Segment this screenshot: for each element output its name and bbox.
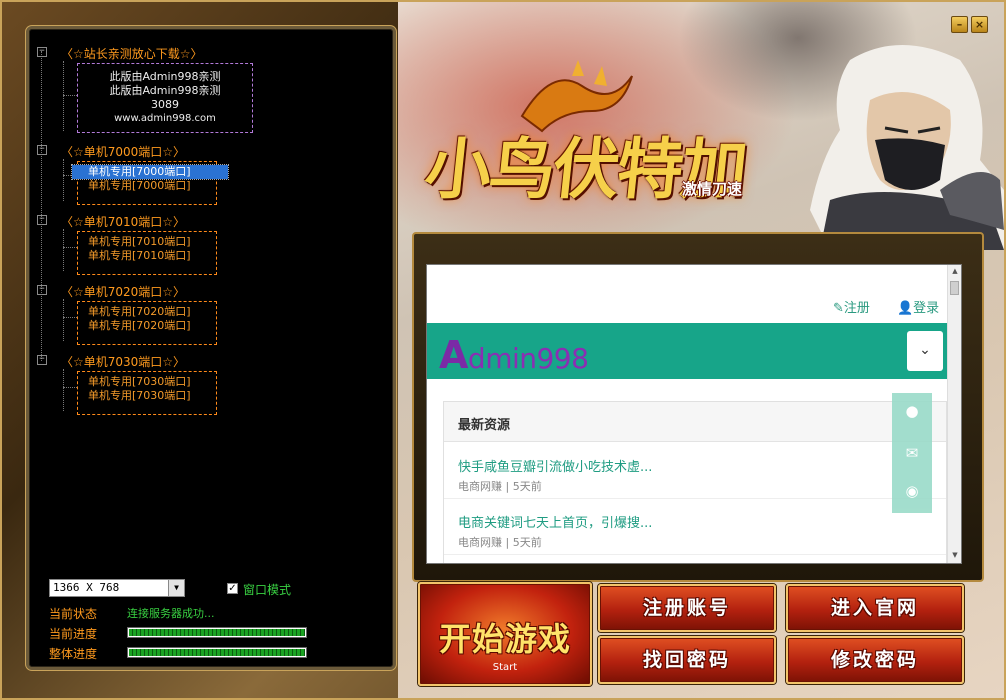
overall-progress-bar xyxy=(127,647,307,658)
tree-group-7020[interactable]: − 〈☆单机7020端口☆〉 单机专用[7020端口] 单机专用[7020端口] xyxy=(37,283,377,345)
tree-entry[interactable]: 单机专用[7010端口] xyxy=(88,249,206,263)
change-password-button[interactable]: 修改密码 xyxy=(786,636,964,684)
resource-title[interactable]: 电商关键词七天上首页，引爆搜... xyxy=(458,512,652,531)
recover-password-button[interactable]: 找回密码 xyxy=(598,636,776,684)
hero-character xyxy=(810,45,1004,250)
site-logo[interactable]: Admin998 xyxy=(439,333,589,377)
chevron-down-icon: ⌄ xyxy=(919,342,931,358)
register-account-button[interactable]: 注册账号 xyxy=(598,584,776,632)
server-list-panel: − 〈☆站长亲测放心下载☆〉 此版由Admin998亲测 此版由Admin998… xyxy=(26,26,396,670)
dropdown-arrow-icon[interactable]: ▼ xyxy=(168,580,184,596)
scroll-thumb[interactable] xyxy=(950,281,959,295)
tree-entry-box: 单机专用[7010端口] 单机专用[7010端口] xyxy=(77,231,217,275)
start-game-sublabel: Start xyxy=(492,662,518,673)
embedded-browser[interactable]: ✎注册 👤登录 Admin998 ⌄ 最新资源 快手咸鱼豆瓣引流做小吃技术虚..… xyxy=(426,264,962,564)
list-item[interactable]: 电商关键词七天上首页，引爆搜... 电商网赚 | 5天前 xyxy=(458,512,652,550)
tree-group-label[interactable]: 〈☆单机7000端口☆〉 xyxy=(61,143,185,160)
qq-icon[interactable]: ● xyxy=(902,401,922,421)
register-link[interactable]: ✎注册 xyxy=(833,297,870,316)
tree-entry[interactable]: 单机专用[7020端口] xyxy=(88,319,206,333)
tree-entry-box: 单机专用[7030端口] 单机专用[7030端口] xyxy=(77,371,217,415)
tree-entry[interactable]: 此版由Admin998亲测 xyxy=(88,84,242,98)
official-site-button[interactable]: 进入官网 xyxy=(786,584,964,632)
overall-progress-label: 整体进度 xyxy=(49,647,98,661)
menu-toggle-button[interactable]: ⌄ xyxy=(907,331,943,371)
login-link[interactable]: 👤登录 xyxy=(897,297,939,316)
collapse-icon[interactable]: − xyxy=(37,215,47,225)
scroll-up-icon[interactable]: ▲ xyxy=(948,267,961,279)
tree-entry-box: 单机专用[7020端口] 单机专用[7020端口] xyxy=(77,301,217,345)
resolution-select[interactable]: 1366 X 768 ▼ xyxy=(49,579,185,597)
start-game-button[interactable]: 开始游戏 Start xyxy=(418,582,592,686)
resource-title[interactable]: 快手咸鱼豆瓣引流做小吃技术虚... xyxy=(458,456,652,475)
current-progress-label: 当前进度 xyxy=(49,627,98,641)
current-progress-fill xyxy=(129,629,305,636)
site-header-bar: Admin998 ⌄ xyxy=(427,323,949,379)
collapse-icon[interactable]: − xyxy=(37,145,47,155)
list-item[interactable]: 快手咸鱼豆瓣引流做小吃技术虚... 电商网赚 | 5天前 xyxy=(458,456,652,494)
tree-group-label[interactable]: 〈☆站长亲测放心下载☆〉 xyxy=(61,45,203,62)
tree-entry[interactable]: 单机专用[7000端口] xyxy=(88,179,206,193)
tree-entry-selected[interactable]: 单机专用[7000端口] xyxy=(71,164,229,180)
tree-group-label[interactable]: 〈☆单机7010端口☆〉 xyxy=(61,213,185,230)
latest-resources-card: 最新资源 快手咸鱼豆瓣引流做小吃技术虚... 电商网赚 | 5天前 电商关键词七… xyxy=(443,401,947,563)
collapse-icon[interactable]: − xyxy=(37,47,47,57)
tree-entry-box: 单机专用[7000端口] 单机专用[7000端口] xyxy=(71,161,229,205)
window-mode-label[interactable]: 窗口模式 xyxy=(243,581,291,598)
tree-entry[interactable]: 单机专用[7010端口] xyxy=(88,235,206,249)
tree-entry[interactable]: 单机专用[7030端口] xyxy=(88,389,206,403)
tree-entry-box: 此版由Admin998亲测 此版由Admin998亲测 3089 www.adm… xyxy=(77,63,253,133)
tree-group-7010[interactable]: − 〈☆单机7010端口☆〉 单机专用[7010端口] 单机专用[7010端口] xyxy=(37,213,377,275)
collapse-icon[interactable]: − xyxy=(37,285,47,295)
collapse-icon[interactable]: − xyxy=(37,355,47,365)
window-mode-checkbox[interactable]: ✓ xyxy=(227,583,238,594)
resource-meta: 电商网赚 | 5天前 xyxy=(458,480,542,493)
start-game-label: 开始游戏 xyxy=(438,620,571,658)
current-progress-bar xyxy=(127,627,307,638)
game-logo-subtitle: 激情刀速 xyxy=(682,180,743,198)
section-title: 最新资源 xyxy=(444,402,946,442)
tree-entry[interactable]: 单机专用[7020端口] xyxy=(88,305,206,319)
mail-icon[interactable]: ✉ xyxy=(902,443,922,463)
tree-group-label[interactable]: 〈☆单机7020端口☆〉 xyxy=(61,283,185,300)
minimize-button[interactable]: – xyxy=(951,16,968,33)
browser-scrollbar[interactable]: ▲ ▼ xyxy=(947,265,961,563)
tree-group-7030[interactable]: − 〈☆单机7030端口☆〉 单机专用[7030端口] 单机专用[7030端口] xyxy=(37,353,377,415)
scroll-down-icon[interactable]: ▼ xyxy=(948,551,961,563)
tree-group-featured[interactable]: − 〈☆站长亲测放心下载☆〉 此版由Admin998亲测 此版由Admin998… xyxy=(37,45,377,145)
tree-group-7000[interactable]: − 〈☆单机7000端口☆〉 单机专用[7000端口] 单机专用[7000端口] xyxy=(37,143,377,205)
tree-entry[interactable]: 单机专用[7030端口] xyxy=(88,375,206,389)
wechat-icon[interactable]: ◉ xyxy=(902,481,922,501)
tree-entry[interactable]: 3089 xyxy=(88,98,242,112)
resolution-value: 1366 X 768 xyxy=(53,581,120,594)
current-state-label: 当前状态 xyxy=(49,607,98,621)
tree-entry[interactable]: www.admin998.com xyxy=(88,112,242,126)
tree-entry[interactable]: 此版由Admin998亲测 xyxy=(88,70,242,84)
overall-progress-fill xyxy=(129,649,305,656)
share-sidebar: ● ✉ ◉ xyxy=(892,393,932,513)
current-state-value: 连接服务器成功... xyxy=(127,607,215,620)
tree-group-label[interactable]: 〈☆单机7030端口☆〉 xyxy=(61,353,185,370)
resource-meta: 电商网赚 | 5天前 xyxy=(458,536,542,549)
close-button[interactable]: × xyxy=(971,16,988,33)
